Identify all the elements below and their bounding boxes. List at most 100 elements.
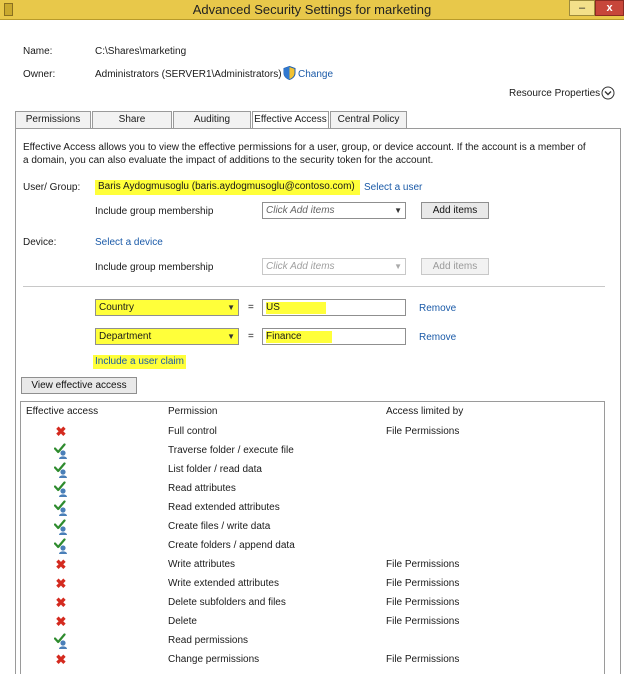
permission-name: Create folders / append data — [168, 540, 295, 551]
red-x-icon: ✖ — [55, 576, 67, 591]
red-x-icon: ✖ — [55, 424, 67, 439]
permission-name: Read permissions — [168, 635, 249, 646]
green-check-user-icon — [54, 462, 67, 478]
user-add-items-button[interactable]: Add items — [421, 202, 489, 219]
claim-attribute-value: Department — [99, 331, 152, 342]
chevron-down-icon: ▼ — [227, 332, 235, 341]
green-check-user-icon — [54, 500, 67, 516]
claim-attribute-combo-country[interactable]: Country ▼ — [95, 299, 239, 316]
selected-user: Baris Aydogmusoglu (baris.aydogmusoglu@c… — [95, 180, 360, 195]
tab-auditing[interactable]: Auditing — [173, 111, 251, 128]
claim-attribute-combo-department[interactable]: Department ▼ — [95, 328, 239, 345]
device-add-items-button[interactable]: Add items — [421, 258, 489, 275]
table-row[interactable]: Traverse folder / execute file — [21, 442, 604, 461]
owner-label: Owner: — [23, 69, 56, 80]
user-group-label: User/ Group: — [23, 182, 81, 193]
tab-share[interactable]: Share — [92, 111, 172, 128]
tab-central-policy[interactable]: Central Policy — [330, 111, 407, 128]
owner-value: Administrators (SERVER1\Administrators) — [95, 69, 282, 80]
table-row[interactable]: Read attributes — [21, 480, 604, 499]
table-row[interactable]: Create folders / append data — [21, 537, 604, 556]
claim-attribute-value: Country — [99, 302, 135, 313]
permission-name: Write extended attributes — [168, 578, 279, 589]
view-effective-access-button[interactable]: View effective access — [21, 377, 137, 394]
permission-name: Write attributes — [168, 559, 236, 570]
advanced-security-window: Advanced Security Settings for marketing… — [0, 0, 624, 674]
uac-shield-icon — [283, 66, 296, 80]
table-row[interactable]: ✖ Full control File Permissions — [21, 423, 604, 442]
permission-name: Delete subfolders and files — [168, 597, 286, 608]
permission-name: Read extended attributes — [168, 502, 280, 513]
window-title: Advanced Security Settings for marketing — [192, 2, 432, 17]
access-limited-by: File Permissions — [386, 654, 460, 665]
minimize-button[interactable]: – — [569, 0, 595, 16]
access-limited-by: File Permissions — [386, 578, 460, 589]
table-row[interactable]: ✖ Write attributes File Permissions — [21, 556, 604, 575]
change-owner-link[interactable]: Change — [298, 69, 333, 80]
claim-value-text: US — [266, 302, 326, 314]
claim-value-text: Finance — [266, 331, 332, 343]
claim-operator: = — [248, 302, 254, 313]
red-x-icon: ✖ — [55, 557, 67, 572]
chevron-down-circle-icon[interactable] — [601, 86, 615, 100]
remove-claim-country-link[interactable]: Remove — [419, 303, 456, 314]
chevron-down-icon: ▼ — [394, 206, 402, 215]
table-row[interactable]: Create files / write data — [21, 518, 604, 537]
permission-name: Delete — [168, 616, 197, 627]
green-check-user-icon — [54, 443, 67, 459]
claim-value-field-country[interactable]: US — [262, 299, 406, 316]
include-user-claim-link[interactable]: Include a user claim — [93, 355, 186, 369]
claim-value-field-department[interactable]: Finance — [262, 328, 406, 345]
red-x-icon: ✖ — [55, 614, 67, 629]
table-row[interactable]: Read extended attributes — [21, 499, 604, 518]
device-label: Device: — [23, 237, 57, 248]
select-user-link[interactable]: Select a user — [364, 182, 422, 193]
access-limited-by: File Permissions — [386, 559, 460, 570]
table-row[interactable]: ✖ Write extended attributes File Permissio… — [21, 575, 604, 594]
include-group-label-user: Include group membership — [95, 206, 214, 217]
access-limited-by: File Permissions — [386, 426, 460, 437]
claim-operator: = — [248, 331, 254, 342]
device-group-combo[interactable]: Click Add items ▼ — [262, 258, 406, 275]
column-header-access-limited-by: Access limited by — [386, 406, 464, 417]
name-value: C:\Shares\marketing — [95, 46, 187, 57]
close-button[interactable]: x — [595, 0, 624, 16]
section-divider — [23, 286, 605, 287]
permission-name: Change permissions — [168, 654, 260, 665]
green-check-user-icon — [54, 481, 67, 497]
green-check-user-icon — [54, 519, 67, 535]
table-row[interactable]: ✖ Delete File Permissions — [21, 613, 604, 632]
green-check-user-icon — [54, 538, 67, 554]
title-bar: Advanced Security Settings for marketing… — [0, 0, 624, 20]
permission-name: Read attributes — [168, 483, 236, 494]
user-group-placeholder: Click Add items — [266, 205, 335, 216]
green-check-user-icon — [54, 633, 67, 649]
access-limited-by: File Permissions — [386, 597, 460, 608]
tab-permissions[interactable]: Permissions — [15, 111, 91, 128]
tab-effective-access[interactable]: Effective Access — [252, 111, 329, 129]
resource-properties-label[interactable]: Resource Properties — [509, 88, 600, 99]
remove-claim-department-link[interactable]: Remove — [419, 332, 456, 343]
device-group-placeholder: Click Add items — [266, 261, 335, 272]
column-header-permission: Permission — [168, 406, 218, 417]
permission-name: List folder / read data — [168, 464, 262, 475]
description-text: Effective Access allows you to view the … — [23, 142, 586, 166]
table-row[interactable]: ✖ Delete subfolders and files File Permiss… — [21, 594, 604, 613]
table-row[interactable]: Read permissions — [21, 632, 604, 651]
select-device-link[interactable]: Select a device — [95, 237, 163, 248]
column-header-effective-access: Effective access — [26, 406, 99, 417]
table-row[interactable]: List folder / read data — [21, 461, 604, 480]
effective-access-table: Effective access Permission Access limit… — [20, 401, 605, 674]
include-group-label-device: Include group membership — [95, 262, 214, 273]
permission-name: Full control — [168, 426, 217, 437]
chevron-down-icon: ▼ — [227, 303, 235, 312]
red-x-icon: ✖ — [55, 652, 67, 667]
chevron-down-icon: ▼ — [394, 262, 402, 271]
table-row[interactable]: ✖ Change permissions File Permissions — [21, 651, 604, 670]
name-label: Name: — [23, 46, 53, 57]
permission-name: Traverse folder / execute file — [168, 445, 294, 456]
user-group-combo[interactable]: Click Add items ▼ — [262, 202, 406, 219]
permission-name: Create files / write data — [168, 521, 271, 532]
red-x-icon: ✖ — [55, 595, 67, 610]
access-limited-by: File Permissions — [386, 616, 460, 627]
